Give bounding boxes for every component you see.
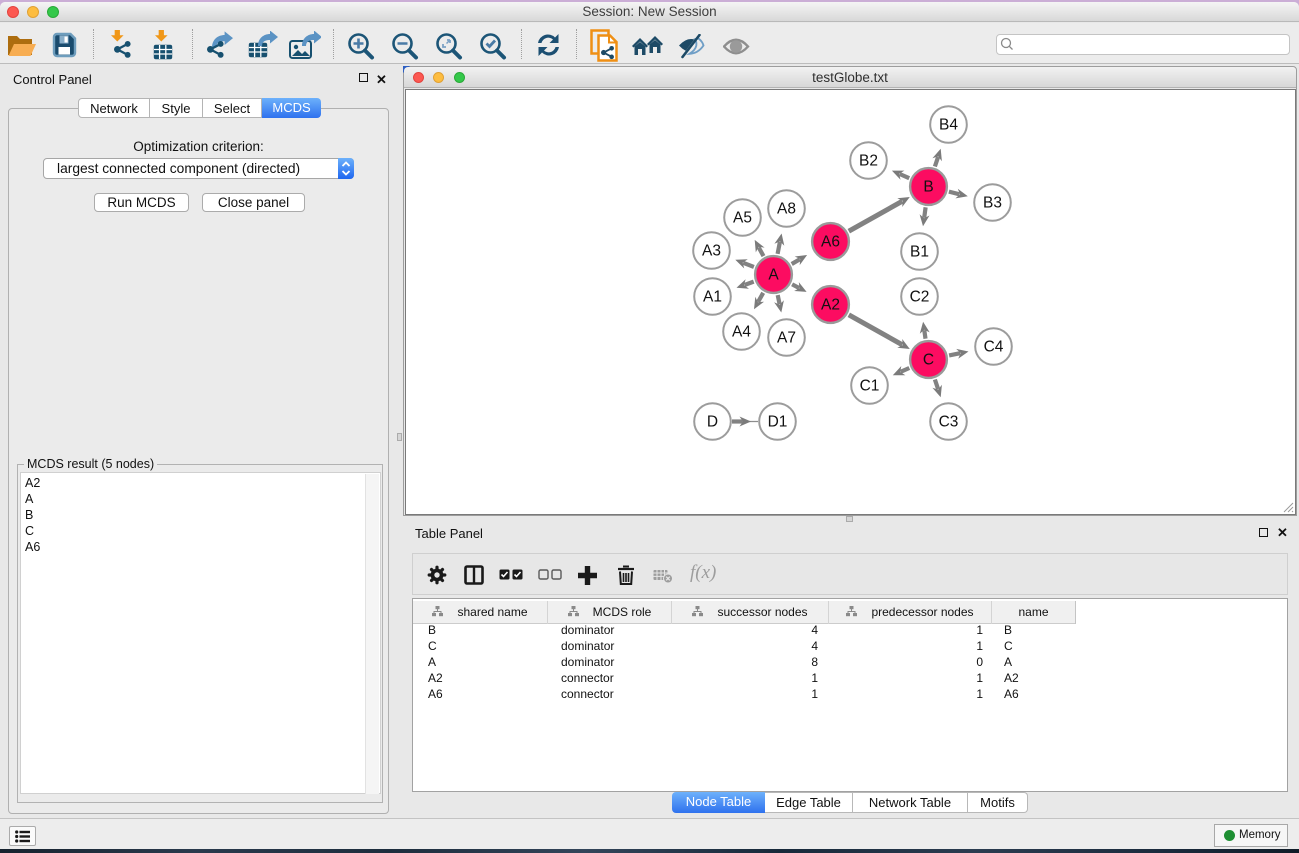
- svg-text:C2: C2: [910, 289, 930, 306]
- svg-text:C: C: [923, 352, 934, 369]
- svg-text:A4: A4: [732, 324, 751, 341]
- svg-text:A7: A7: [777, 330, 796, 347]
- svg-text:C3: C3: [939, 414, 959, 431]
- svg-text:B4: B4: [939, 117, 958, 134]
- svg-text:D1: D1: [768, 414, 788, 431]
- svg-text:B2: B2: [859, 153, 878, 170]
- svg-text:A: A: [768, 267, 779, 284]
- svg-text:A6: A6: [821, 234, 840, 251]
- svg-text:C4: C4: [984, 339, 1004, 356]
- svg-text:A5: A5: [733, 210, 752, 227]
- svg-text:A2: A2: [821, 297, 840, 314]
- svg-text:C1: C1: [860, 378, 880, 395]
- svg-text:A3: A3: [702, 243, 721, 260]
- svg-text:A8: A8: [777, 201, 796, 218]
- svg-text:A1: A1: [703, 289, 722, 306]
- svg-text:B3: B3: [983, 195, 1002, 212]
- svg-text:D: D: [707, 414, 718, 431]
- svg-text:B1: B1: [910, 244, 929, 261]
- svg-text:B: B: [923, 179, 933, 196]
